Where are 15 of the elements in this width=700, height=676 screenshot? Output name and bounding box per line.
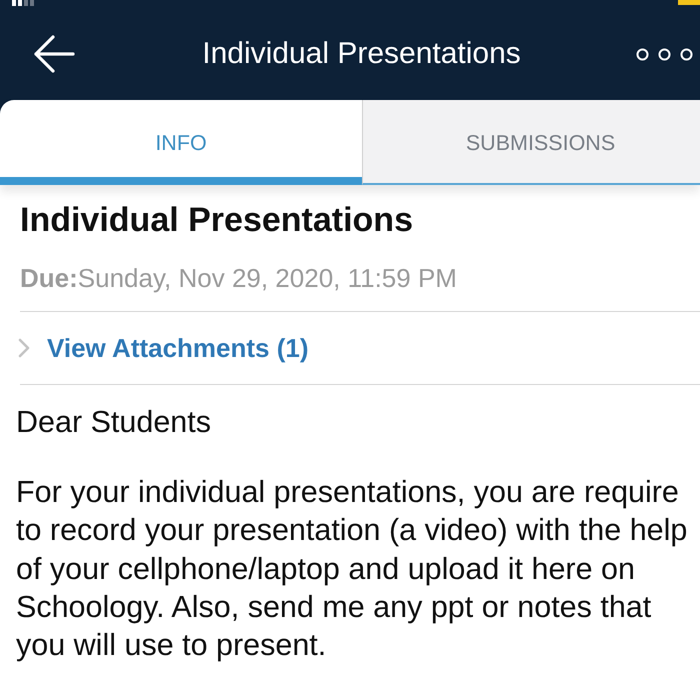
greeting-text: Dear Students xyxy=(16,404,212,441)
message-paragraph: For your individual presentations, you are require to record your presentation (a video) with the help of your cellphone/laptop and upload it here on Schoology. Also, send me any ppt or notes that you will use to present. xyxy=(16,474,688,664)
chevron-icon xyxy=(18,338,30,358)
view-attachments-link[interactable]: View Attachments (1) xyxy=(20,332,309,364)
back-arrow-icon xyxy=(33,35,75,73)
tab[interactable]: SUBMISSIONS xyxy=(362,100,700,185)
signal-icon xyxy=(12,0,34,6)
battery-icon xyxy=(678,0,700,5)
due-date: Due:Sunday, Nov 29, 2020, 11:59 PM xyxy=(20,262,700,312)
back-button[interactable] xyxy=(33,35,75,73)
assignment-title: Individual Presentations xyxy=(20,200,414,241)
more-options-icon xyxy=(636,48,693,60)
page-title: Individual Presentations xyxy=(201,36,522,72)
tab[interactable]: INFO xyxy=(0,100,362,185)
more-options-button[interactable] xyxy=(636,48,693,60)
